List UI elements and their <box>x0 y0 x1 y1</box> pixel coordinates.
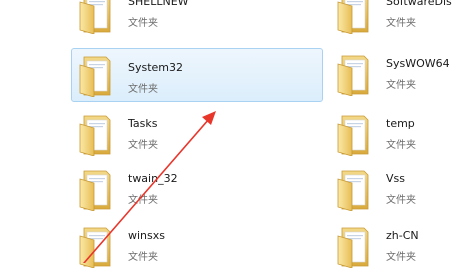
folder-icon <box>78 53 114 97</box>
folder-icon <box>78 112 114 156</box>
folder-icon <box>78 224 114 268</box>
folder-name: twain_32 <box>128 172 178 185</box>
folder-type: 文件夹 <box>128 18 158 29</box>
folder-name: temp <box>386 117 415 130</box>
folder-type: 文件夹 <box>128 252 158 263</box>
folder-type: 文件夹 <box>128 140 158 151</box>
folder-type: 文件夹 <box>128 84 158 95</box>
folder-icon <box>78 0 114 34</box>
folder-item-system32[interactable]: System32 文件夹 <box>71 48 323 102</box>
folder-item-syswow64[interactable]: SysWOW64 文件夹 <box>330 50 455 98</box>
folder-type: 文件夹 <box>386 252 416 263</box>
folder-type: 文件夹 <box>128 195 158 206</box>
folder-icon <box>336 224 372 268</box>
folder-item-temp[interactable]: temp 文件夹 <box>330 110 455 158</box>
folder-item-vss[interactable]: Vss 文件夹 <box>330 165 455 213</box>
folder-name: zh-CN <box>386 229 419 242</box>
folder-item-softwaredis[interactable]: SoftwareDis 文件夹 <box>330 0 455 36</box>
folder-name: Tasks <box>128 117 158 130</box>
folder-item-tasks[interactable]: Tasks 文件夹 <box>72 110 322 158</box>
folder-type: 文件夹 <box>386 195 416 206</box>
folder-icon <box>336 52 372 96</box>
folder-icon <box>336 112 372 156</box>
folder-type: 文件夹 <box>386 140 416 151</box>
folder-name: SoftwareDis <box>386 0 452 8</box>
folder-icon <box>336 167 372 211</box>
folder-icon <box>78 167 114 211</box>
folder-type: 文件夹 <box>386 80 416 91</box>
folder-icon <box>336 0 372 34</box>
folder-item-twain32[interactable]: twain_32 文件夹 <box>72 165 322 213</box>
folder-name: SysWOW64 <box>386 57 450 70</box>
folder-name: Vss <box>386 172 405 185</box>
folder-name: SHELLNEW <box>128 0 189 8</box>
folder-name: System32 <box>128 61 184 74</box>
folder-type: 文件夹 <box>386 18 416 29</box>
folder-name: winsxs <box>128 229 165 242</box>
folder-item-shellnew[interactable]: SHELLNEW 文件夹 <box>72 0 322 36</box>
